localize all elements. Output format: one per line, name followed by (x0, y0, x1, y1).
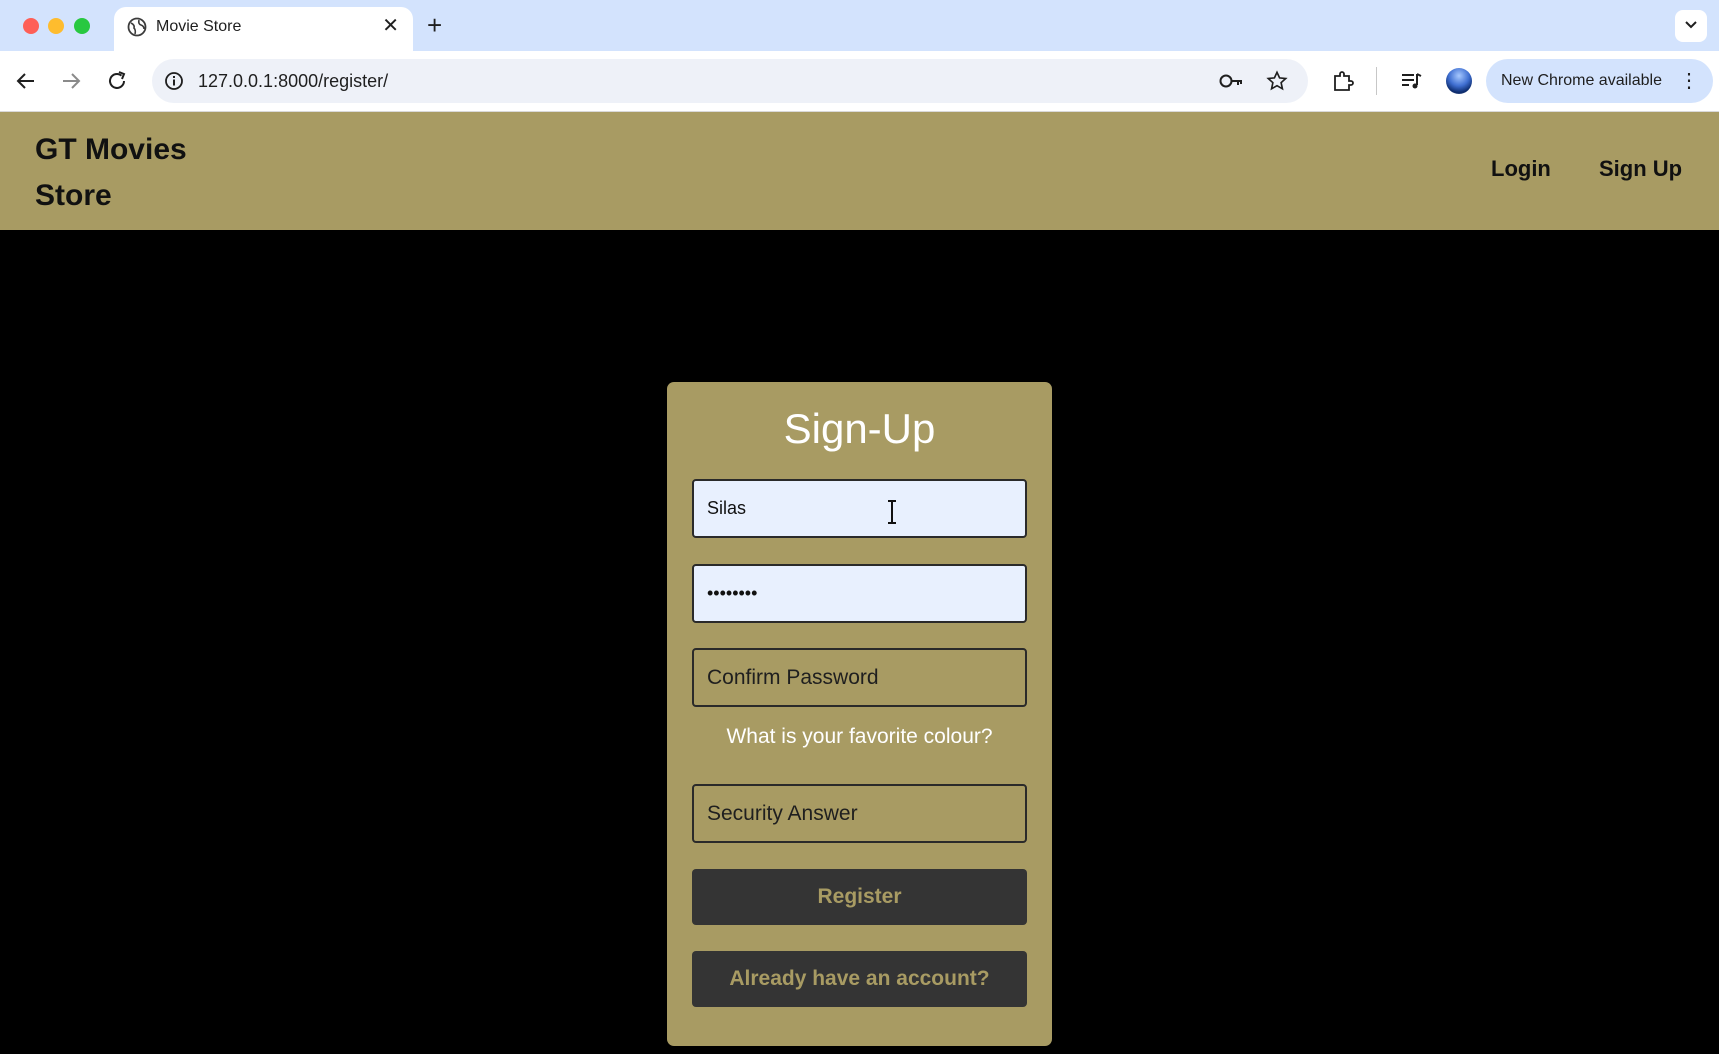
tab-title: Movie Store (156, 18, 242, 35)
reload-icon[interactable] (105, 69, 129, 93)
already-have-account-button[interactable]: Already have an account? (692, 951, 1027, 1007)
register-button[interactable]: Register (692, 869, 1027, 925)
tab-search-button[interactable] (1675, 10, 1707, 42)
close-window-button[interactable] (23, 18, 39, 34)
bookmark-star-icon[interactable] (1266, 70, 1288, 92)
globe-icon (127, 17, 147, 37)
maximize-window-button[interactable] (74, 18, 90, 34)
form-title: Sign-Up (783, 405, 936, 452)
password-key-icon[interactable] (1218, 71, 1244, 91)
close-tab-icon[interactable]: ✕ (382, 14, 399, 38)
new-tab-button[interactable]: + (427, 11, 442, 39)
media-queue-icon[interactable] (1399, 69, 1423, 93)
back-arrow-icon[interactable] (14, 69, 38, 93)
browser-tab-bar: Movie Store ✕ + (0, 0, 1719, 51)
password-input[interactable] (692, 564, 1027, 623)
nav-login-link[interactable]: Login (1491, 156, 1551, 182)
site-brand[interactable]: GT Movies Store (35, 127, 225, 219)
profile-avatar[interactable] (1446, 68, 1472, 94)
signup-form-card: Sign-Up What is your favorite colour? Re… (667, 382, 1052, 1046)
browser-tab-active[interactable]: Movie Store ✕ (114, 7, 413, 51)
username-input[interactable] (692, 479, 1027, 538)
extensions-puzzle-icon[interactable] (1331, 69, 1355, 93)
minimize-window-button[interactable] (48, 18, 64, 34)
site-info-icon[interactable] (164, 71, 184, 91)
nav-signup-link[interactable]: Sign Up (1599, 156, 1682, 182)
chrome-update-label: New Chrome available (1501, 72, 1662, 89)
address-bar[interactable]: 127.0.0.1:8000/register/ (152, 59, 1308, 103)
site-header: GT Movies Store Login Sign Up (0, 112, 1719, 230)
chevron-down-icon (1685, 21, 1697, 29)
security-question-label: What is your favorite colour? (726, 725, 993, 748)
forward-arrow-icon[interactable] (59, 69, 83, 93)
security-answer-input[interactable] (692, 784, 1027, 843)
url-text[interactable]: 127.0.0.1:8000/register/ (198, 71, 388, 92)
chrome-update-button[interactable]: New Chrome available ⋮ (1486, 59, 1713, 103)
more-menu-icon[interactable]: ⋮ (1679, 69, 1699, 93)
toolbar-divider (1376, 67, 1377, 95)
browser-toolbar: 127.0.0.1:8000/register/ New Chrome avai… (0, 51, 1719, 112)
confirm-password-input[interactable] (692, 648, 1027, 707)
text-cursor-icon (888, 500, 896, 524)
